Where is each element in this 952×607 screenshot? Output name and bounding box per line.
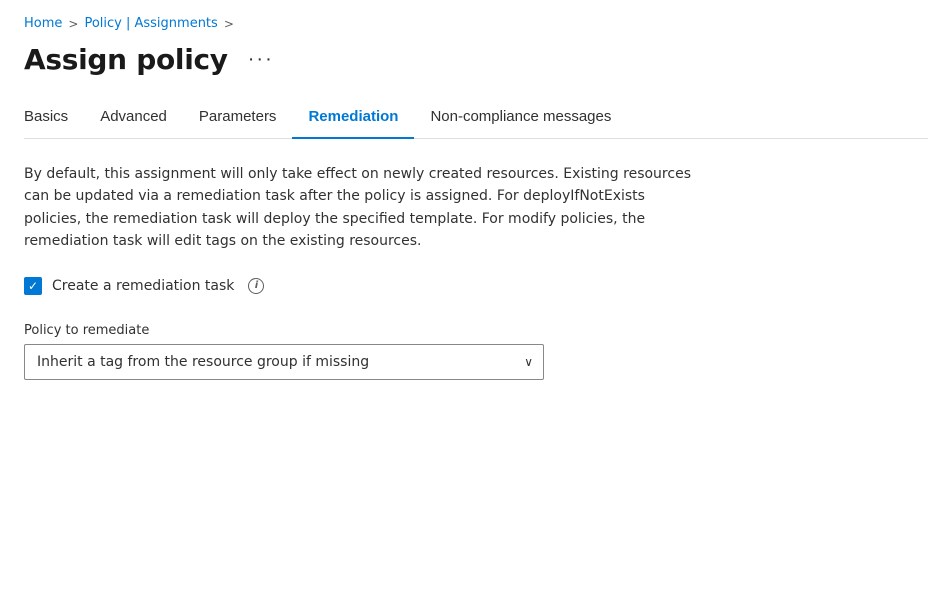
tab-non-compliance-messages[interactable]: Non-compliance messages bbox=[414, 100, 627, 139]
tab-advanced[interactable]: Advanced bbox=[84, 100, 183, 139]
dropdown-arrow-icon: ∨ bbox=[524, 355, 533, 369]
tab-basics[interactable]: Basics bbox=[24, 100, 84, 139]
breadcrumb-sep-2: > bbox=[224, 17, 234, 31]
breadcrumb-home[interactable]: Home bbox=[24, 16, 62, 31]
policy-to-remediate-label: Policy to remediate bbox=[24, 323, 704, 338]
remediation-description: By default, this assignment will only ta… bbox=[24, 163, 704, 253]
tab-remediation[interactable]: Remediation bbox=[292, 100, 414, 139]
create-remediation-task-label: Create a remediation task bbox=[52, 278, 234, 294]
page-title: Assign policy bbox=[24, 43, 228, 76]
create-remediation-task-checkbox-label[interactable]: ✓ Create a remediation task bbox=[24, 277, 234, 295]
policy-to-remediate-dropdown[interactable]: Inherit a tag from the resource group if… bbox=[24, 344, 544, 380]
breadcrumb: Home > Policy | Assignments > bbox=[24, 16, 928, 31]
create-remediation-task-checkbox[interactable]: ✓ bbox=[24, 277, 42, 295]
more-options-button[interactable]: ··· bbox=[240, 44, 282, 75]
tab-bar: Basics Advanced Parameters Remediation N… bbox=[24, 100, 928, 139]
checkbox-checkmark: ✓ bbox=[28, 280, 38, 292]
content-area: By default, this assignment will only ta… bbox=[24, 163, 704, 380]
policy-to-remediate-field: Policy to remediate Inherit a tag from t… bbox=[24, 323, 704, 380]
policy-dropdown-value: Inherit a tag from the resource group if… bbox=[37, 354, 516, 370]
tab-parameters[interactable]: Parameters bbox=[183, 100, 293, 139]
breadcrumb-sep-1: > bbox=[68, 17, 78, 31]
page-header: Assign policy ··· bbox=[24, 43, 928, 76]
remediation-task-info-icon[interactable]: i bbox=[248, 278, 264, 294]
breadcrumb-policy-assignments[interactable]: Policy | Assignments bbox=[84, 16, 217, 31]
create-remediation-task-row: ✓ Create a remediation task i bbox=[24, 277, 704, 295]
